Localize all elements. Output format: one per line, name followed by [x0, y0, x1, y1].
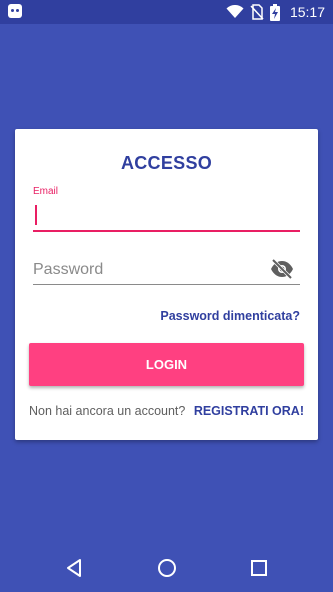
register-link[interactable]: REGISTRATI ORA!	[194, 404, 304, 418]
wifi-icon	[226, 5, 244, 18]
forgot-password-link[interactable]: Password dimenticata?	[160, 309, 300, 323]
login-button[interactable]: LOGIN	[29, 343, 304, 386]
password-underline	[33, 284, 300, 285]
password-field[interactable]	[33, 257, 263, 283]
battery-charging-icon	[269, 3, 280, 21]
register-row: Non hai ancora un account? REGISTRATI OR…	[29, 404, 304, 418]
status-bar: 15:17	[0, 0, 333, 24]
back-icon[interactable]	[62, 556, 86, 580]
navigation-bar	[0, 544, 333, 592]
login-card: ACCESSO Email Password dimenticata? LOGI…	[15, 129, 318, 440]
android-app-icon	[8, 4, 22, 18]
email-label: Email	[33, 186, 59, 197]
email-field[interactable]	[33, 201, 304, 229]
text-cursor	[35, 205, 37, 225]
recents-icon[interactable]	[247, 556, 271, 580]
no-sim-icon	[250, 4, 264, 20]
status-icons: 15:17	[226, 0, 325, 24]
page-title: ACCESSO	[120, 153, 213, 173]
status-time: 15:17	[289, 4, 325, 20]
email-underline	[33, 230, 300, 232]
home-icon[interactable]	[155, 556, 179, 580]
register-prompt: Non hai ancora un account?	[29, 404, 186, 418]
visibility-off-icon[interactable]	[270, 259, 294, 279]
